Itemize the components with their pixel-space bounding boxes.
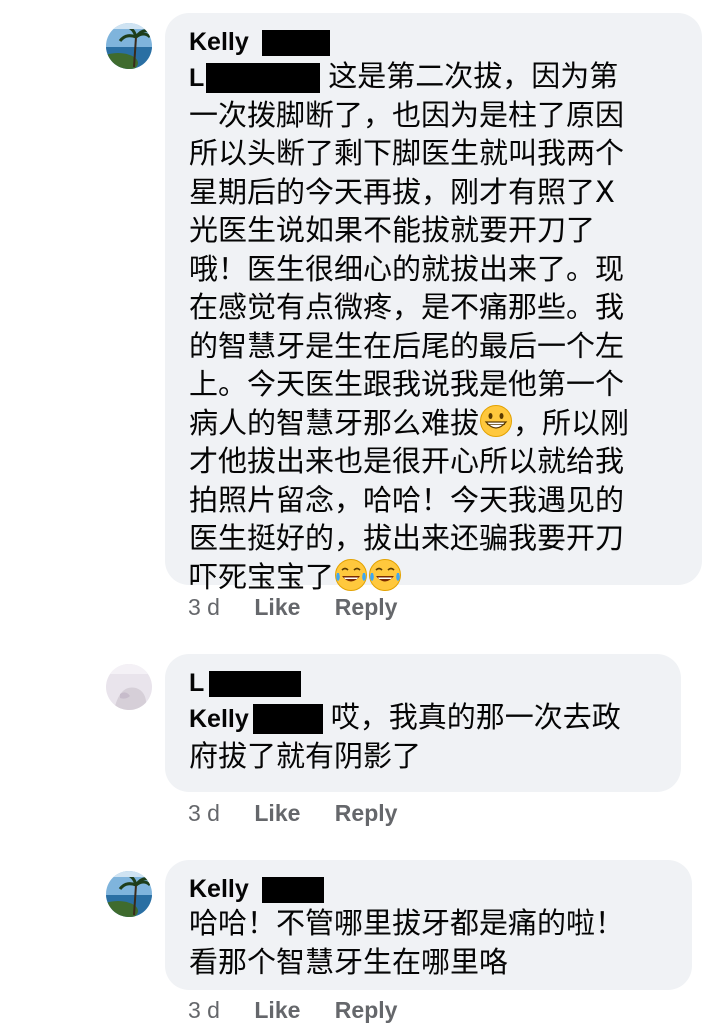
reply-button[interactable]: Reply [335,594,398,621]
comment-line: 府拔了就有阴影了 [189,738,422,773]
comment-line: 哈哈！不管哪里拔牙都是痛的啦！ [189,906,625,940]
comment-actions: 3 d Like Reply [188,800,397,827]
comment-line: 一次拨脚断了，也因为是柱了原因 [189,97,625,132]
redacted-mention [252,704,323,734]
beach-photo-avatar-icon [106,23,152,69]
comment-line: 在感觉有点微疼，是不痛那些。我 [189,290,625,324]
tears-of-joy-emoji-icon [334,558,368,592]
comment-bubble: Kelly L 这是第二次拔，因为第 一次拨脚断了，也因为是柱了原因 所以头断了剩… [165,13,702,594]
comment-line: 上。今天医生跟我说我是他第一个 [189,367,625,401]
comment-line: 所以头断了剩下脚医生就叫我两个 [189,136,625,170]
comment-bubble: L Kelly 哎，我真的那一次去政 府拔了就有阴影了 [165,654,681,792]
comment-line: 哦！医生很细心的就拔出来了。现 [189,251,625,286]
kelly-avatar[interactable] [106,871,152,917]
like-button[interactable]: Like [254,800,300,827]
comment-line: 星期后的今天再拔，刚才有照了X [189,174,615,209]
reply-button[interactable]: Reply [335,800,398,827]
comment-line: 的智慧牙是生在后尾的最后一个左 [189,328,625,363]
comment-author[interactable]: L [189,668,657,698]
l-avatar[interactable] [106,664,152,710]
like-button[interactable]: Like [254,997,300,1024]
comment-author[interactable]: Kelly [189,874,668,904]
kelly-avatar[interactable] [106,23,152,69]
comment-line: 光医生说如果不能拔就要开刀了 [189,213,596,247]
comment-timestamp[interactable]: 3 d [188,800,220,827]
comment-line: 病人的智慧牙那么难拔 ，所以刚 [189,404,630,440]
reply-button[interactable]: Reply [335,997,398,1024]
comment-line: 才他拔出来也是很开心所以就给我 [189,444,625,478]
comment-bubble: Kelly 哈哈！不管哪里拔牙都是痛的啦！ 看那个智慧牙生在哪里咯 [165,860,692,990]
comment-line: 医生挺好的，拔出来还骗我要开刀 [189,521,625,555]
redacted-surname [208,671,301,698]
redacted-surname [261,877,324,904]
tears-of-joy-emoji-icon [368,558,402,592]
redacted-surname [261,30,330,57]
comment-actions: 3 d Like Reply [188,594,397,621]
comment-line: 吓死宝宝了 [189,558,678,597]
comment-text: Kelly 哎，我真的那一次去政 府拔了就有阴影了 [189,698,657,775]
comment-author[interactable]: Kelly [189,27,678,57]
comment-line: 拍照片留念，哈哈！今天我遇见的 [189,482,625,517]
comment-timestamp[interactable]: 3 d [188,594,220,621]
redacted-mention [206,63,321,93]
comment-line: L 这是第二次拔，因为第 [189,59,619,93]
grinning-face-emoji-icon [479,404,513,438]
mention-tag[interactable]: Kelly [189,705,249,733]
mention-tag[interactable]: L [189,64,204,92]
beach-photo-avatar-icon [106,871,152,917]
comment-actions: 3 d Like Reply [188,997,397,1024]
comment-timestamp[interactable]: 3 d [188,997,220,1024]
like-button[interactable]: Like [254,594,300,621]
comment-text: 哈哈！不管哪里拔牙都是痛的啦！ 看那个智慧牙生在哪里咯 [189,904,668,981]
comment-line: 看那个智慧牙生在哪里咯 [189,944,509,979]
pale-photo-avatar-icon [106,664,152,710]
comment-text: L 这是第二次拔，因为第 一次拨脚断了，也因为是柱了原因 所以头断了剩下脚医生就叫… [189,57,678,596]
comment-line: Kelly 哎，我真的那一次去政 [189,700,621,734]
